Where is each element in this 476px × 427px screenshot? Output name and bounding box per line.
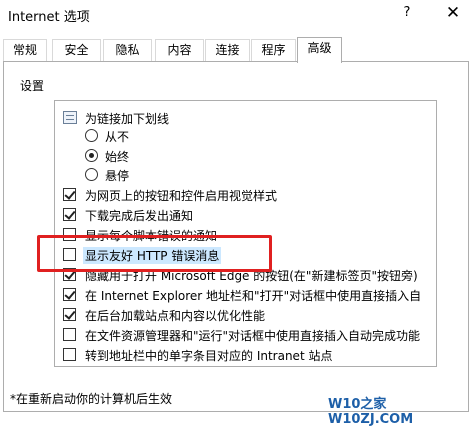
checkbox-download-notify[interactable]: [63, 208, 76, 221]
highlight-annotation-box: [37, 235, 272, 272]
setting-label: 在后台加载站点和内容以优化性能: [85, 309, 266, 323]
close-button[interactable]: ✕: [443, 3, 463, 23]
setting-label: 在 Internet Explorer 地址栏和"打开"对话框中使用直接插入自: [85, 289, 422, 303]
checkbox-ie-inline-autocomplete[interactable]: [63, 288, 76, 301]
tab-strip: 常规 安全 隐私 内容 连接 程序 高级: [0, 37, 476, 63]
settings-folder-icon: [63, 111, 77, 124]
option-label: 始终: [105, 150, 130, 164]
window-title: Internet 选项: [8, 10, 90, 25]
checkbox-explorer-inline-autocomplete[interactable]: [63, 328, 76, 341]
checkbox-background-load[interactable]: [63, 308, 76, 321]
setting-label: 在文件资源管理器和"运行"对话框中使用直接插入自动完成功能: [85, 329, 421, 343]
help-button[interactable]: ?: [399, 5, 415, 23]
radio-always[interactable]: [85, 149, 98, 162]
tab-content[interactable]: 内容: [155, 39, 204, 62]
tab-security[interactable]: 安全: [52, 39, 101, 62]
option-label: 悬停: [105, 169, 130, 183]
setting-label: 转到地址栏中的单字条目对应的 Intranet 站点: [85, 349, 333, 363]
tab-connections[interactable]: 连接: [205, 39, 250, 62]
setting-label: 为网页上的按钮和控件启用视觉样式: [85, 189, 278, 203]
setting-label: 为链接加下划线: [85, 112, 170, 126]
checkbox-intranet-single-word[interactable]: [63, 348, 76, 361]
setting-label: 下载完成后发出通知: [85, 209, 194, 223]
settings-group-label: 设置: [20, 79, 45, 93]
tab-programs[interactable]: 程序: [251, 39, 296, 62]
radio-never[interactable]: [85, 129, 98, 142]
restart-note: *在重新启动你的计算机后生效: [10, 392, 173, 406]
radio-hover[interactable]: [85, 168, 98, 181]
title-bar: Internet 选项 ? ✕: [0, 0, 476, 30]
site-watermark: W10之家 W10ZJ.COM: [328, 397, 414, 427]
checkbox-visual-styles[interactable]: [63, 188, 76, 201]
tab-general[interactable]: 常规: [3, 39, 47, 62]
option-label: 从不: [105, 130, 130, 144]
tab-advanced[interactable]: 高级: [297, 37, 342, 63]
tab-privacy[interactable]: 隐私: [103, 39, 152, 62]
settings-tree: 为链接加下划线 从不 始终 悬停 为网页上的按钮和控件启用视觉样式 下载完成后发…: [54, 100, 437, 367]
